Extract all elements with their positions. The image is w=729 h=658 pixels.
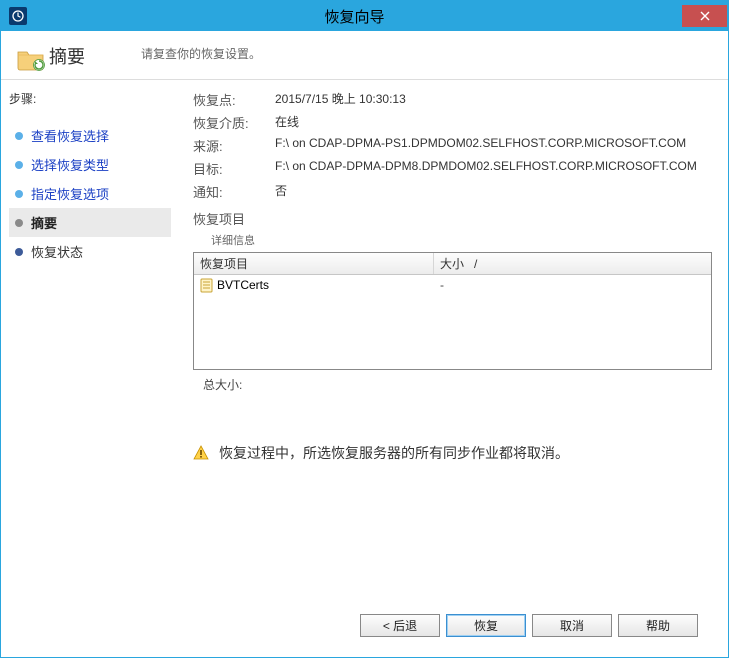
recovery-items-label: 恢复项目 [193, 209, 712, 228]
step-link[interactable]: 指定恢复选项 [31, 184, 109, 203]
recover-button[interactable]: 恢复 [446, 614, 526, 637]
value: F:\ on CDAP-DPMA-DPM8.DPMDOM02.SELFHOST.… [275, 159, 712, 178]
step-review-selection[interactable]: 查看恢复选择 [9, 121, 171, 150]
folder-item-icon [200, 278, 213, 293]
step-bullet-icon [15, 132, 23, 140]
step-recovery-status[interactable]: 恢复状态 [9, 237, 171, 266]
step-link[interactable]: 选择恢复类型 [31, 155, 109, 174]
step-bullet-icon [15, 161, 23, 169]
step-select-type[interactable]: 选择恢复类型 [9, 150, 171, 179]
row-source: 来源: F:\ on CDAP-DPMA-PS1.DPMDOM02.SELFHO… [193, 136, 712, 155]
step-bullet-icon [15, 190, 23, 198]
step-specify-options[interactable]: 指定恢复选项 [9, 179, 171, 208]
step-label: 恢复状态 [31, 242, 83, 261]
titlebar: 恢复向导 [1, 1, 728, 31]
item-size: - [434, 278, 711, 292]
value: 在线 [275, 113, 712, 132]
wizard-window: 恢复向导 摘要 请复查你的恢复设置。 步骤: 查看恢复选择 [0, 0, 729, 658]
warning-row: 恢复过程中，所选恢复服务器的所有同步作业都将取消。 [193, 443, 712, 463]
step-label: 摘要 [31, 213, 57, 232]
wizard-header: 摘要 请复查你的恢复设置。 [1, 31, 728, 80]
total-size-row: 总大小: [193, 376, 712, 393]
recovery-items-table: 恢复项目 大小 / BVTCerts - [193, 252, 712, 370]
row-notify: 通知: 否 [193, 182, 712, 201]
label: 恢复介质: [193, 113, 275, 132]
close-icon [700, 11, 710, 21]
row-recovery-point: 恢复点: 2015/7/15 晚上 10:30:13 [193, 90, 712, 109]
app-icon [9, 7, 27, 25]
col-item[interactable]: 恢复项目 [194, 253, 434, 274]
warning-icon [193, 445, 209, 461]
steps-list: 查看恢复选择 选择恢复类型 指定恢复选项 摘要 恢复状态 [9, 121, 171, 266]
sort-indicator: / [474, 257, 477, 271]
step-bullet-icon [15, 248, 23, 256]
step-summary[interactable]: 摘要 [9, 208, 171, 237]
label: 通知: [193, 182, 275, 201]
wizard-body: 步骤: 查看恢复选择 选择恢复类型 指定恢复选项 摘要 [1, 80, 728, 657]
table-row[interactable]: BVTCerts - [194, 275, 711, 295]
window-title: 恢复向导 [27, 6, 682, 27]
back-button[interactable]: < 后退 [360, 614, 440, 637]
value: F:\ on CDAP-DPMA-PS1.DPMDOM02.SELFHOST.C… [275, 136, 712, 155]
wizard-footer: < 后退 恢复 取消 帮助 [193, 606, 712, 649]
label: 目标: [193, 159, 275, 178]
close-button[interactable] [682, 5, 727, 27]
step-link[interactable]: 查看恢复选择 [31, 126, 109, 145]
label: 恢复点: [193, 90, 275, 109]
details-label: 详细信息 [211, 232, 712, 248]
steps-label: 步骤: [9, 90, 171, 107]
steps-sidebar: 步骤: 查看恢复选择 选择恢复类型 指定恢复选项 摘要 [1, 80, 179, 657]
page-heading: 摘要 [49, 43, 85, 69]
step-bullet-icon [15, 219, 23, 227]
value: 否 [275, 182, 712, 201]
row-target: 目标: F:\ on CDAP-DPMA-DPM8.DPMDOM02.SELFH… [193, 159, 712, 178]
col-size[interactable]: 大小 / [434, 255, 711, 272]
table-header[interactable]: 恢复项目 大小 / [194, 253, 711, 275]
total-label: 总大小: [203, 376, 273, 393]
page-subheading: 请复查你的恢复设置。 [141, 45, 261, 62]
label: 来源: [193, 136, 275, 155]
help-button[interactable]: 帮助 [618, 614, 698, 637]
content-pane: 恢复点: 2015/7/15 晚上 10:30:13 恢复介质: 在线 来源: … [179, 80, 728, 657]
warning-text: 恢复过程中，所选恢复服务器的所有同步作业都将取消。 [219, 443, 569, 463]
item-name: BVTCerts [217, 278, 269, 292]
row-media: 恢复介质: 在线 [193, 113, 712, 132]
cancel-button[interactable]: 取消 [532, 614, 612, 637]
value: 2015/7/15 晚上 10:30:13 [275, 90, 712, 109]
folder-refresh-icon [17, 47, 45, 71]
